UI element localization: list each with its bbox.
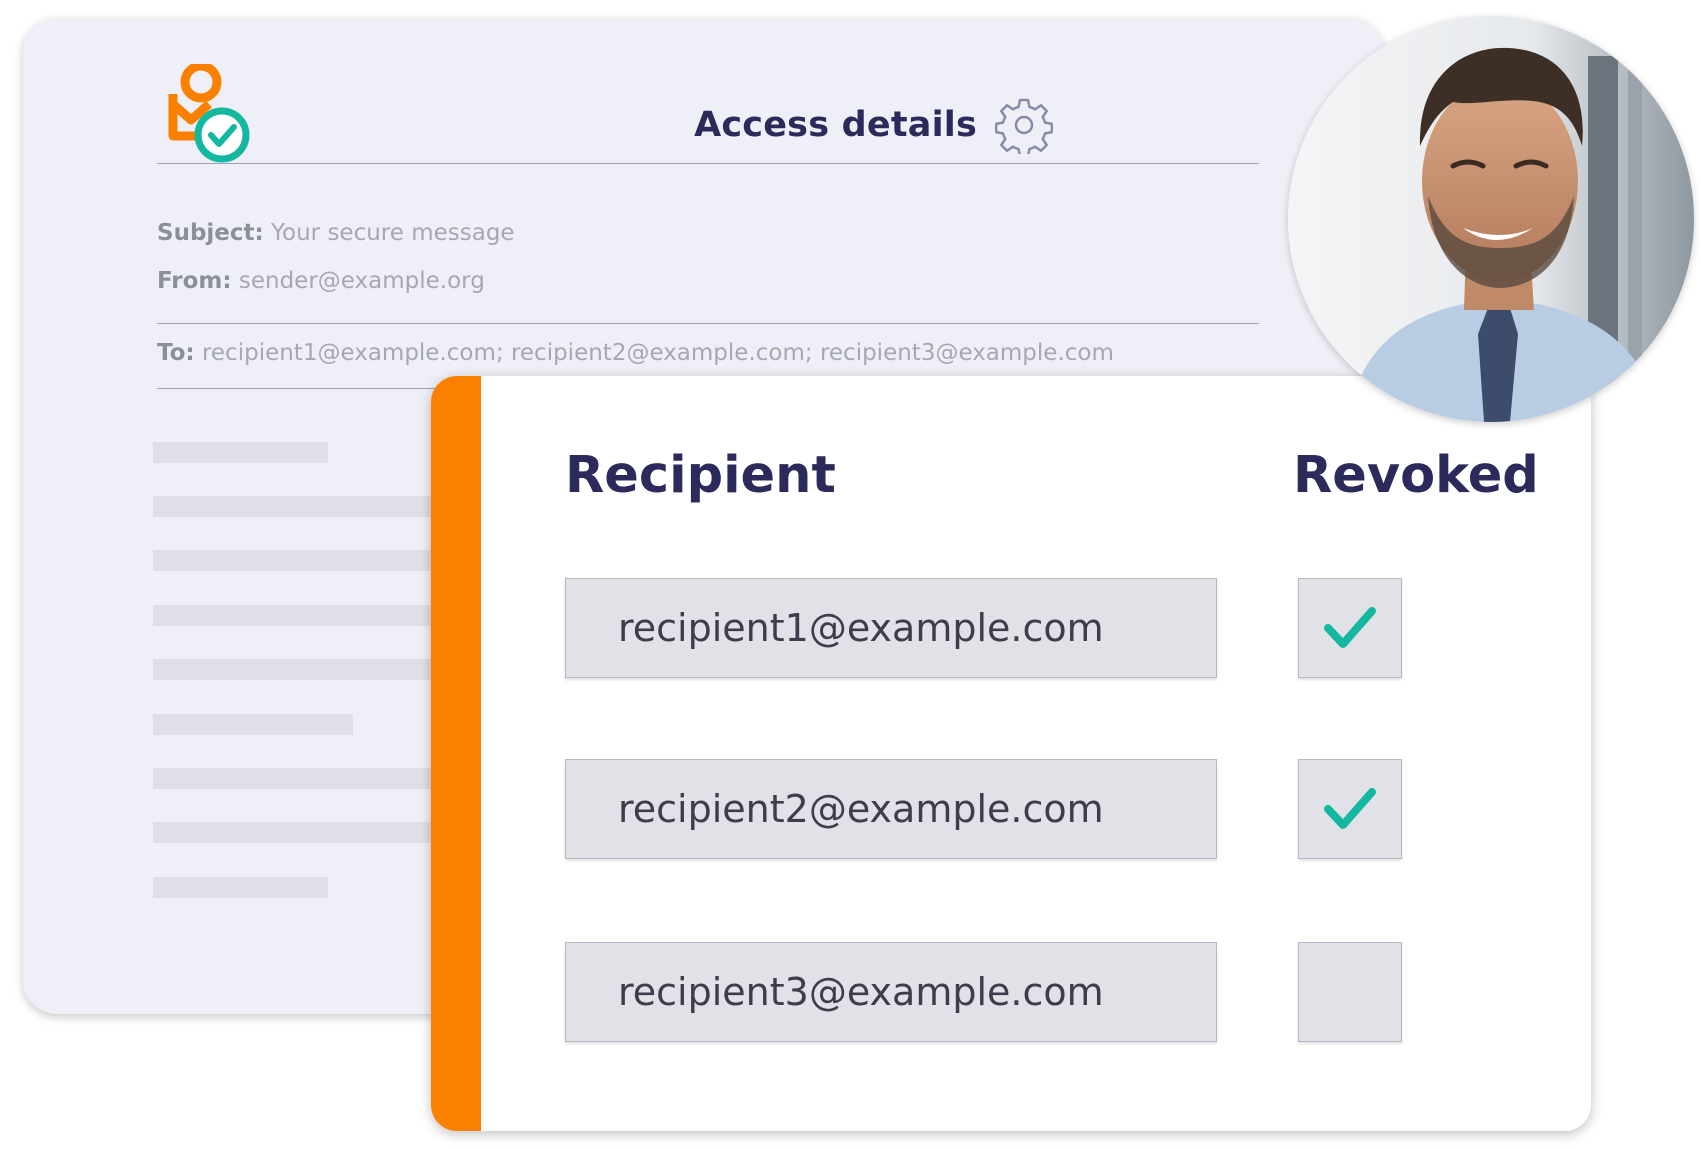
body-placeholder-line [153, 659, 453, 680]
body-placeholder-line [153, 605, 453, 626]
to-line: To: recipient1@example.com; recipient2@e… [157, 340, 1114, 366]
recipient-email: recipient3@example.com [618, 970, 1104, 1014]
revoked-checkbox[interactable] [1298, 942, 1402, 1042]
access-details-card: Recipient Revoked recipient1@example.com… [431, 376, 1591, 1131]
recipient-column-header: Recipient [565, 446, 836, 505]
checkmark-icon [1324, 607, 1376, 648]
meta-divider [157, 323, 1259, 324]
access-details-label: Access details [694, 105, 977, 145]
body-placeholder-line [153, 768, 453, 789]
from-value: sender@example.org [238, 268, 485, 294]
access-details-header[interactable]: Access details [694, 96, 1053, 154]
body-placeholder-line [153, 550, 453, 571]
user-avatar-photo [1288, 16, 1694, 422]
recipient-email: recipient2@example.com [618, 787, 1104, 831]
subject-value: Your secure message [271, 220, 515, 246]
to-value: recipient1@example.com; recipient2@examp… [201, 340, 1114, 366]
recipient-email: recipient1@example.com [618, 606, 1104, 650]
checkmark-icon [1324, 788, 1376, 829]
revoked-checkbox[interactable] [1298, 759, 1402, 859]
body-placeholder-line [153, 822, 453, 843]
header-divider [157, 163, 1259, 164]
revoked-column-header: Revoked [1293, 446, 1539, 505]
body-placeholder-line [153, 496, 453, 517]
body-placeholder-line [153, 714, 353, 735]
subject-line: Subject: Your secure message [157, 220, 515, 246]
body-placeholder-line [153, 877, 328, 898]
from-label: From: [157, 268, 232, 294]
revoked-checkbox[interactable] [1298, 578, 1402, 678]
accent-bar [431, 376, 481, 1131]
to-label: To: [157, 340, 195, 366]
logo-icon [168, 64, 250, 163]
body-placeholder-line [153, 442, 328, 463]
recipient-email-field: recipient3@example.com [565, 942, 1217, 1042]
from-line: From: sender@example.org [157, 268, 485, 294]
recipient-email-field: recipient1@example.com [565, 578, 1217, 678]
subject-label: Subject: [157, 220, 264, 246]
gear-icon[interactable] [995, 96, 1053, 154]
recipient-email-field: recipient2@example.com [565, 759, 1217, 859]
